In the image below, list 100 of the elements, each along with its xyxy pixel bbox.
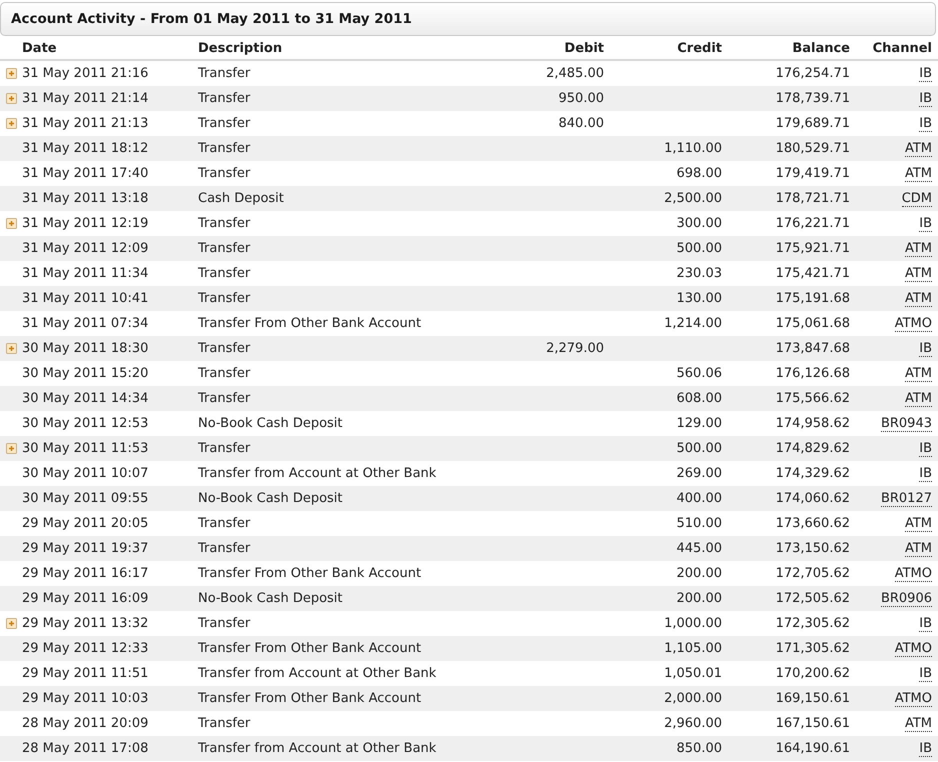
table-cell: 176,254.71	[776, 66, 850, 81]
channel-code: IB	[919, 66, 932, 82]
table-cell: 2,000.00	[664, 691, 722, 706]
table-cell: Transfer from Account at Other Bank	[198, 666, 436, 681]
table-cell: Transfer	[198, 266, 250, 281]
table-cell: 29 May 2011 11:51	[22, 666, 148, 681]
table-cell: 31 May 2011 13:18	[22, 191, 148, 206]
table-cell: 171,305.62	[776, 641, 850, 656]
table-cell: Transfer	[198, 291, 250, 306]
table-cell: Transfer	[198, 541, 250, 556]
table-cell: 2,485.00	[546, 66, 604, 81]
table-cell: 178,739.71	[776, 91, 850, 106]
table-cell: 510.00	[676, 516, 722, 531]
table-cell: 560.06	[676, 366, 722, 381]
table-cell: No-Book Cash Deposit	[198, 491, 343, 506]
expand-icon[interactable]	[6, 68, 16, 79]
table-cell: Transfer	[198, 366, 250, 381]
channel-code: BR0906	[880, 590, 932, 606]
table-cell: Cash Deposit	[198, 191, 284, 206]
channel-code: IB	[919, 466, 932, 482]
channel-code: ATMO	[894, 566, 932, 582]
table-cell: Transfer	[198, 716, 250, 731]
table-cell: 175,061.68	[776, 316, 850, 331]
table-cell: 31 May 2011 21:16	[22, 66, 148, 81]
table-cell: 28 May 2011 20:09	[22, 716, 148, 731]
table-cell: 30 May 2011 09:55	[22, 491, 148, 506]
table-cell: 30 May 2011 10:07	[22, 466, 148, 481]
table-cell: 175,921.71	[776, 241, 850, 256]
column-header: Description	[198, 41, 282, 56]
table-cell: 174,060.62	[776, 491, 850, 506]
table-cell: 850.00	[676, 741, 722, 756]
channel-code: ATMO	[894, 316, 932, 332]
expand-icon[interactable]	[6, 93, 16, 104]
column-header: Balance	[792, 41, 850, 56]
channel-code: ATM	[904, 390, 932, 406]
table-cell: Transfer	[198, 141, 250, 156]
table-cell: 1,105.00	[664, 641, 722, 656]
expand-icon[interactable]	[6, 218, 16, 229]
expand-icon[interactable]	[6, 618, 16, 629]
table-cell: Transfer	[198, 516, 250, 531]
table-cell: 28 May 2011 17:08	[22, 741, 148, 756]
channel-code: ATM	[904, 366, 932, 382]
column-header: Credit	[677, 41, 722, 56]
table-cell: 170,200.62	[776, 666, 850, 681]
table-cell: Transfer	[198, 116, 250, 131]
channel-code: ATM	[904, 240, 932, 256]
table-cell: 2,960.00	[664, 716, 722, 731]
table-cell: 31 May 2011 12:19	[22, 216, 148, 231]
channel-code: ATM	[904, 516, 932, 532]
table-cell: 130.00	[676, 291, 722, 306]
table-cell: 31 May 2011 21:13	[22, 116, 148, 131]
table-cell: Transfer	[198, 166, 250, 181]
table-cell: 445.00	[676, 541, 722, 556]
table-cell: 172,305.62	[776, 616, 850, 631]
table-cell: 29 May 2011 13:32	[22, 616, 148, 631]
table-cell: 230.03	[676, 266, 722, 281]
table-cell: 174,829.62	[776, 441, 850, 456]
table-cell: 30 May 2011 18:30	[22, 341, 148, 356]
channel-code: ATM	[904, 166, 932, 182]
table-cell: Transfer	[198, 216, 250, 231]
expand-icon[interactable]	[6, 118, 16, 129]
panel-title: Account Activity - From 01 May 2011 to 31 May 2011	[11, 11, 412, 27]
table-cell: Transfer from Account at Other Bank	[198, 741, 436, 756]
table-cell: 269.00	[676, 466, 722, 481]
table-cell: 175,191.68	[776, 291, 850, 306]
table-cell: 176,126.68	[776, 366, 850, 381]
channel-code: ATM	[904, 140, 932, 156]
channel-code: IB	[919, 666, 932, 682]
channel-code: CDM	[902, 190, 932, 206]
table-cell: 29 May 2011 16:17	[22, 566, 148, 581]
channel-code: IB	[919, 340, 932, 356]
table-cell: 2,279.00	[546, 341, 604, 356]
table-cell: 175,421.71	[776, 266, 850, 281]
table-cell: 2,500.00	[664, 191, 722, 206]
table-cell: 1,214.00	[664, 316, 722, 331]
expand-icon[interactable]	[6, 343, 16, 354]
channel-code: IB	[919, 116, 932, 132]
table-cell: Transfer From Other Bank Account	[198, 316, 422, 331]
table-cell: Transfer From Other Bank Account	[198, 691, 422, 706]
table-cell: 1,050.01	[664, 666, 722, 681]
table-cell: Transfer	[198, 441, 250, 456]
table-cell: 29 May 2011 12:33	[22, 641, 148, 656]
table-cell: Transfer	[198, 391, 250, 406]
expand-icon[interactable]	[6, 443, 16, 454]
table-cell: 174,958.62	[776, 416, 850, 431]
table-cell: 176,221.71	[776, 216, 850, 231]
channel-code: IB	[919, 90, 932, 106]
table-cell: 698.00	[676, 166, 722, 181]
table-cell: 31 May 2011 11:34	[22, 266, 148, 281]
channel-code: BR0943	[880, 416, 932, 432]
table-cell: 400.00	[676, 491, 722, 506]
table-cell: 31 May 2011 07:34	[22, 316, 148, 331]
table-cell: 300.00	[676, 216, 722, 231]
table-cell: 178,721.71	[776, 191, 850, 206]
channel-code: ATM	[904, 540, 932, 556]
table-cell: 29 May 2011 19:37	[22, 541, 148, 556]
table-cell: Transfer From Other Bank Account	[198, 641, 422, 656]
channel-code: ATM	[904, 290, 932, 306]
column-header: Date	[22, 41, 57, 56]
channel-code: IB	[919, 216, 932, 232]
